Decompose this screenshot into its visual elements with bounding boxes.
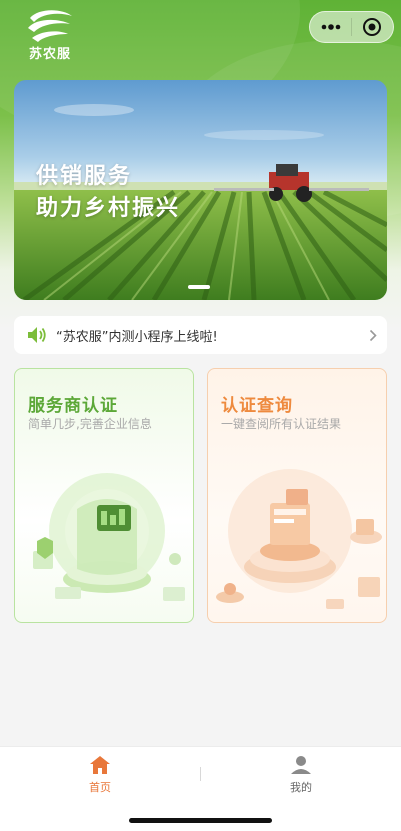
home-icon (90, 756, 110, 774)
certification-illustration (33, 473, 185, 601)
promo-banner[interactable]: 供销服务 助力乡村振兴 (14, 80, 387, 300)
card-title: 服务商认证 (28, 396, 118, 416)
app-logo: 苏农服 (22, 8, 78, 62)
speaker-icon (28, 327, 46, 343)
tab-label-home: 首页 (89, 781, 111, 794)
certification-query-card[interactable]: 认证查询 一键查阅所有认证结果 (207, 368, 387, 623)
banner-headline-2: 助力乡村振兴 (36, 196, 181, 221)
home-indicator (129, 818, 272, 823)
chevron-right-icon (369, 329, 377, 341)
card-subtitle: 简单几步,完善企业信息 (28, 417, 152, 431)
more-button[interactable] (310, 12, 351, 42)
more-dots-icon (321, 24, 340, 30)
card-title: 认证查询 (221, 396, 293, 416)
logo-text: 苏农服 (28, 47, 71, 62)
banner-indicator-dot[interactable] (188, 285, 210, 289)
tab-mine[interactable]: 我的 (201, 747, 401, 807)
notice-bar[interactable]: “苏农服”内测小程序上线啦! (14, 316, 387, 354)
tab-home[interactable]: 首页 (0, 747, 200, 807)
notice-text: “苏农服”内测小程序上线啦! (56, 329, 218, 345)
mini-program-capsule (309, 11, 394, 43)
user-icon (291, 756, 311, 774)
target-close-icon (363, 18, 382, 36)
logo-mark-icon (28, 10, 72, 42)
card-subtitle: 一键查阅所有认证结果 (221, 417, 342, 431)
provider-certification-card[interactable]: 服务商认证 简单几步,完善企业信息 (14, 368, 194, 623)
query-illustration (216, 469, 382, 609)
tab-label-mine: 我的 (290, 781, 312, 794)
banner-headline-1: 供销服务 (36, 164, 133, 189)
close-button[interactable] (352, 12, 393, 42)
